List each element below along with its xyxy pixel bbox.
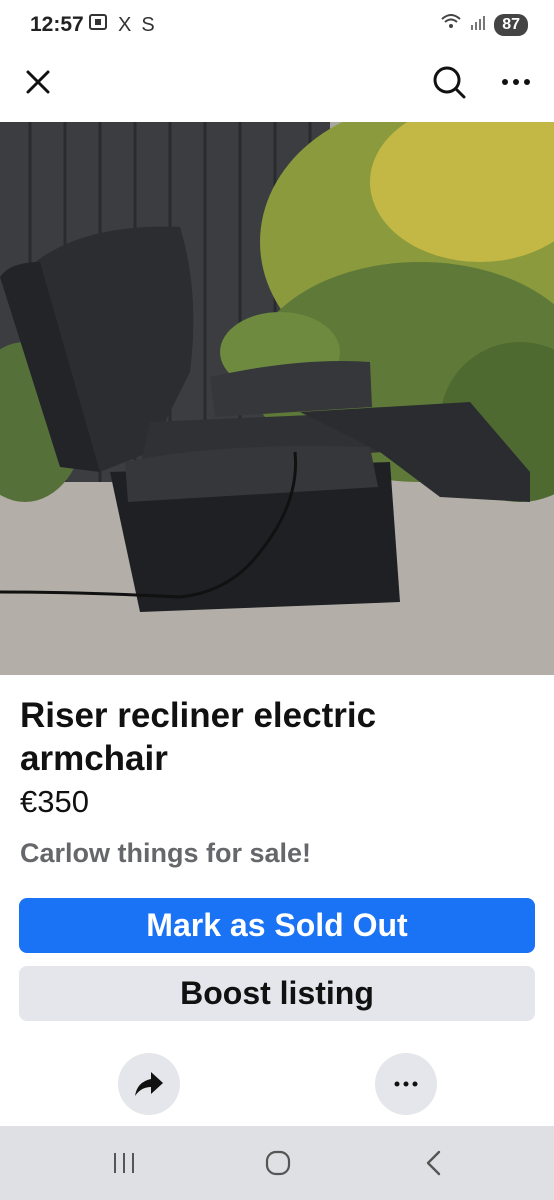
more-actions-button[interactable] (375, 1053, 437, 1115)
back-button[interactable] (394, 1126, 474, 1200)
more-icon (394, 1081, 418, 1087)
system-navigation-bar (0, 1126, 554, 1200)
notification-icons: X S (88, 12, 155, 38)
listing-group[interactable]: Carlow things for sale! (20, 838, 311, 869)
home-icon (265, 1150, 291, 1176)
recent-apps-button[interactable] (84, 1126, 164, 1200)
screenshot-icon (88, 12, 108, 38)
system-icons: 87 (440, 13, 528, 36)
listing-title: Riser recliner electric armchair (20, 696, 377, 778)
home-button[interactable] (238, 1126, 318, 1200)
recent-apps-icon (114, 1153, 134, 1173)
search-button[interactable] (428, 62, 470, 102)
boost-listing-button[interactable]: Boost listing (19, 966, 535, 1021)
top-bar (0, 52, 554, 122)
s-app-icon: S (141, 13, 155, 36)
search-icon (433, 66, 466, 99)
share-icon (135, 1072, 163, 1096)
armchair-photo (0, 122, 554, 675)
close-button[interactable] (18, 62, 58, 102)
more-options-button[interactable] (494, 62, 538, 102)
battery-indicator: 87 (494, 13, 528, 36)
signal-icon (470, 13, 486, 36)
share-button[interactable] (118, 1053, 180, 1115)
close-icon (26, 70, 50, 94)
listing-price: €350 (20, 784, 89, 819)
mark-as-sold-button[interactable]: Mark as Sold Out (19, 898, 535, 953)
status-time: 12:57 (30, 13, 84, 36)
more-icon (502, 79, 530, 85)
wifi-icon (440, 13, 462, 36)
listing-photo[interactable] (0, 122, 554, 675)
x-app-icon: X (118, 13, 132, 36)
back-icon (426, 1150, 441, 1176)
status-bar: 12:57 X S 87 (0, 0, 554, 52)
